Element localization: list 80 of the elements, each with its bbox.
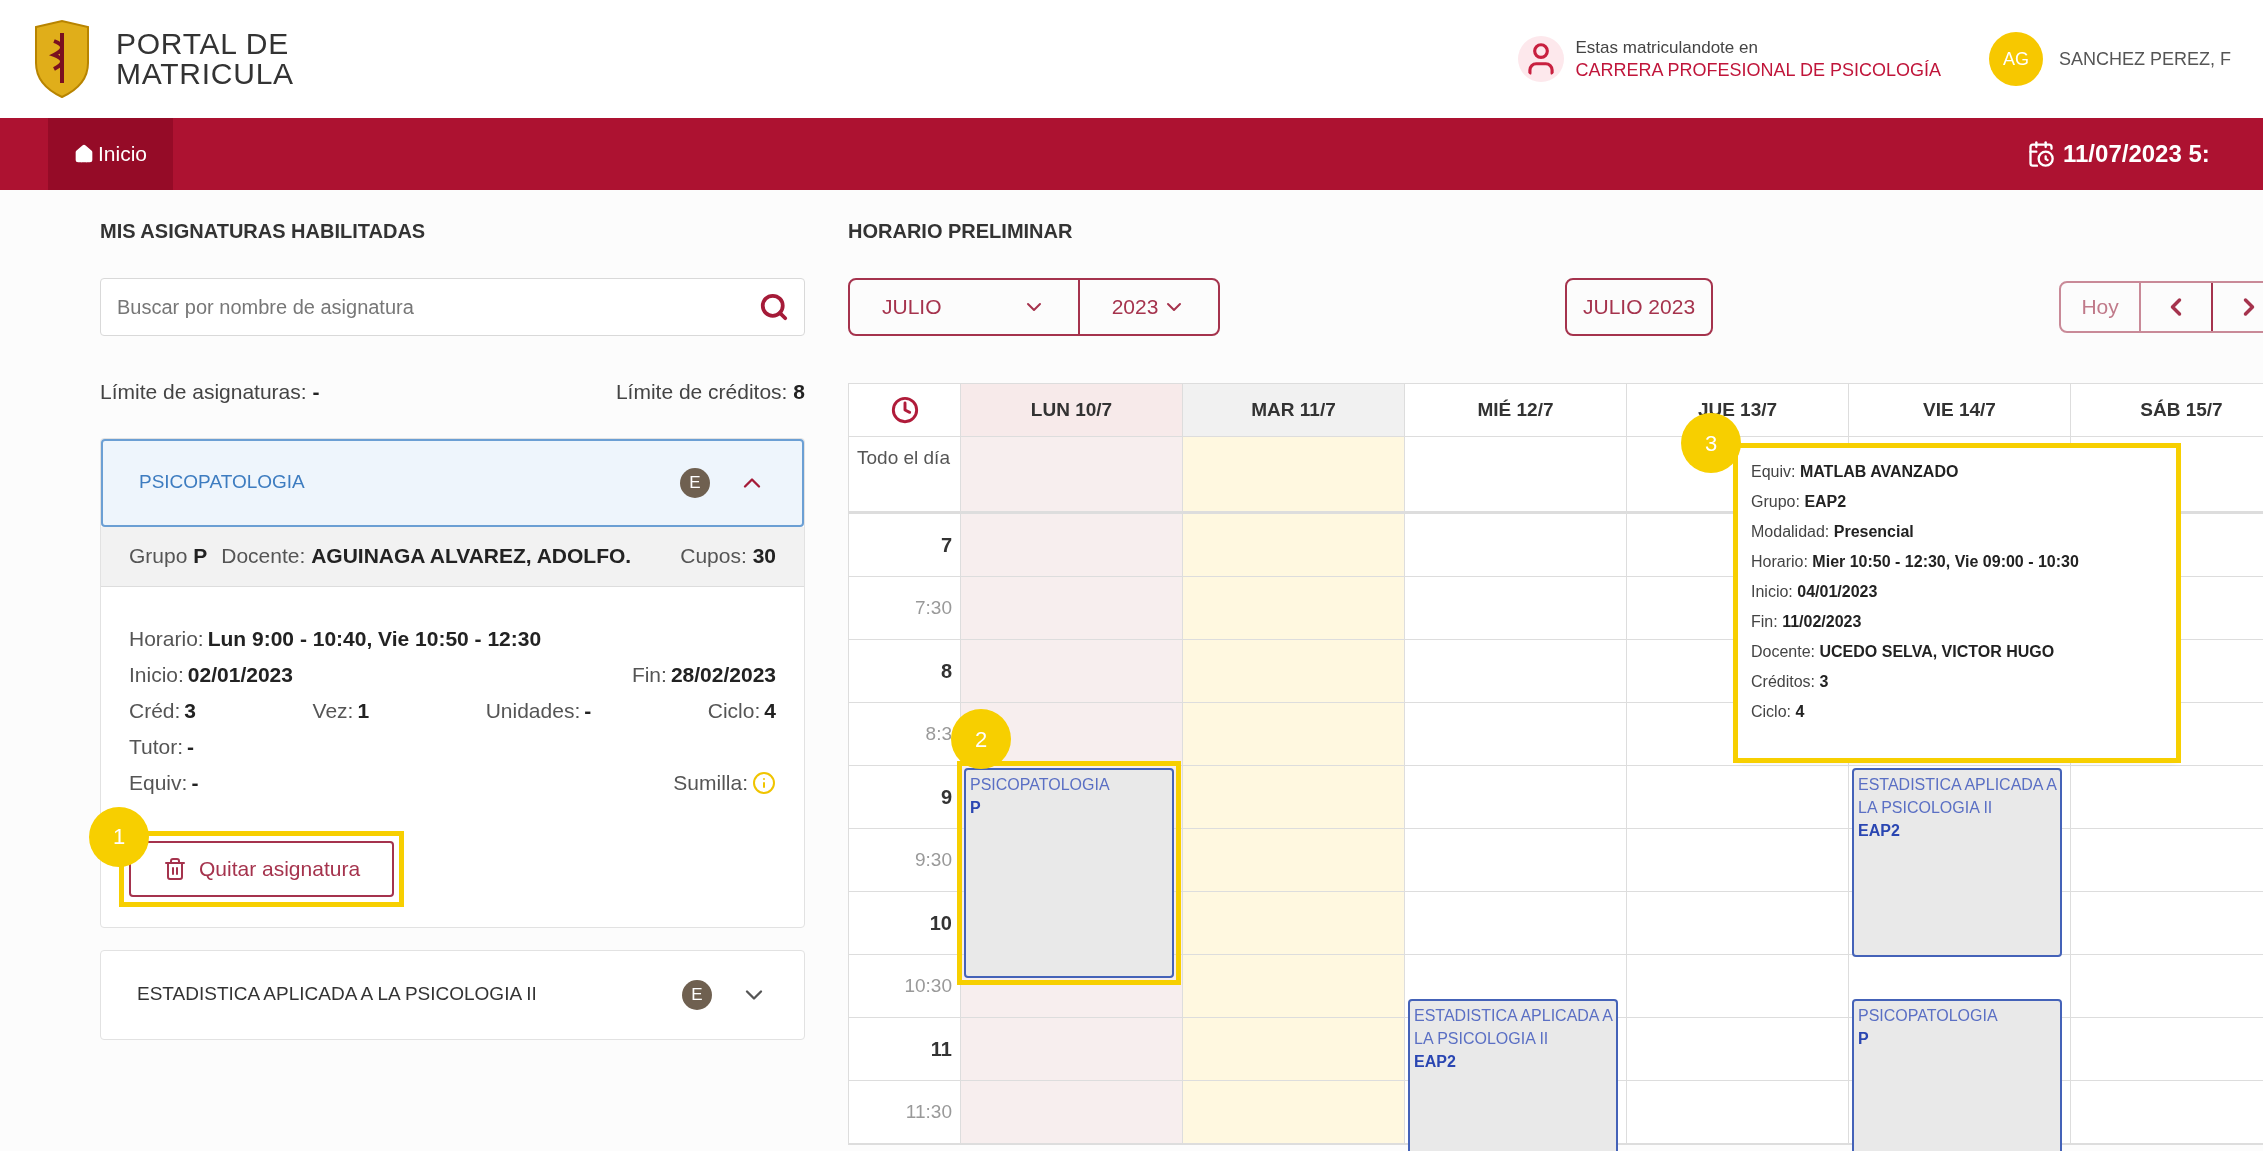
detail-field: Ciclo: 4 — [707, 692, 776, 729]
detail-field: Unidades: - — [485, 692, 592, 729]
time-label: 9:30 — [915, 847, 952, 872]
section-title: MIS ASIGNATURAS HABILITADAS — [100, 219, 427, 244]
event-group: EAP2 — [1858, 819, 2056, 843]
date-time: 11/07/2023 5: — [2063, 139, 2211, 169]
schedule-event[interactable]: ESTADISTICA APLICADA A LA PSICOLOGIA II EAP2 — [1852, 768, 2062, 957]
detail-field: Fin: 28/02/2023 — [631, 656, 776, 693]
tooltip-line: Equiv: MATLAB AVANZADO — [1751, 462, 1960, 482]
time-label: 7:30 — [915, 595, 952, 620]
event-title: PSICOPATOLOGIA — [1858, 1006, 1999, 1026]
shield-logo-icon — [32, 19, 92, 99]
limit-text: Límite de asignaturas: - — [100, 379, 320, 405]
tooltip-line: Docente: UCEDO SELVA, VICTOR HUGO — [1751, 642, 2056, 662]
detail-field: Créd: 3 — [129, 692, 197, 729]
detail-field: Horario: Lun 9:00 - 10:40, Vie 10:50 - 12:30 — [129, 620, 542, 657]
type-badge: E — [682, 979, 712, 1010]
group-info: Cupos: 30 — [680, 543, 776, 570]
search-field[interactable]: Buscar por nombre de asignatura — [100, 278, 805, 336]
tooltip-line: Modalidad: Presencial — [1751, 522, 1915, 542]
course-name: PSICOPATOLOGIA — [139, 470, 306, 495]
tooltip-line: Horario: Mier 10:50 - 12:30, Vie 09:00 - 10:30 — [1751, 552, 2080, 572]
tooltip-line: Ciclo: 4 — [1751, 702, 1806, 722]
day-header: VIE 14/7 — [1849, 384, 2071, 437]
time-label: 10:30 — [904, 973, 952, 998]
career-name: CARRERA PROFESIONAL DE PSICOLOGÍA — [1575, 59, 1941, 81]
year-select[interactable]: 2023 — [1080, 280, 1218, 334]
time-label: 11:30 — [905, 1099, 952, 1124]
event-title: PSICOPATOLOGIA — [970, 775, 1111, 795]
day-header: LUN 10/7 — [961, 384, 1183, 437]
detail-field: Inicio: 02/01/2023 — [129, 656, 293, 693]
calendar-clock-icon — [2027, 140, 2055, 168]
remove-subject-button[interactable]: Quitar asignatura — [129, 840, 395, 897]
day-header: MAR 11/7 — [1183, 384, 1405, 437]
time-label: 9 — [940, 785, 952, 810]
nav-tab[interactable]: Inicio — [48, 118, 174, 190]
enrollment-label: Estas matriculandote en — [1575, 37, 1759, 59]
callout-badge: 1 — [89, 806, 149, 867]
all-day-label: Todo el día — [857, 447, 950, 468]
time-label: 7 — [940, 533, 952, 558]
user-outline-icon — [1517, 36, 1564, 82]
group-info: Grupo P — [129, 543, 208, 570]
schedule-event[interactable]: PSICOPATOLOGIA P — [964, 768, 1174, 978]
limit-text: Límite de créditos: 8 — [615, 379, 805, 405]
portal-title: PORTAL DE MATRICULA — [116, 29, 294, 89]
clock-icon — [890, 396, 919, 424]
detail-field: Sumilla: — [673, 764, 776, 801]
month-select[interactable]: JULIO — [850, 280, 1080, 334]
event-title: ESTADISTICA APLICADA A LA PSICOLOGIA II — [1858, 775, 2056, 818]
tooltip-line: Grupo: EAP2 — [1751, 492, 1848, 512]
event-group: P — [1858, 1027, 2056, 1051]
schedule-event[interactable]: PSICOPATOLOGIA P — [1852, 999, 2062, 1151]
tooltip-line: Fin: 11/02/2023 — [1751, 612, 1863, 632]
time-label: 11 — [930, 1037, 952, 1062]
time-label: 8 — [940, 659, 952, 684]
user-name: SANCHEZ PEREZ, F — [2058, 47, 2231, 71]
trash-icon — [163, 856, 187, 881]
course-header[interactable]: ESTADISTICA APLICADA A LA PSICOLOGIA II E — [101, 950, 804, 1039]
section-title: HORARIO PRELIMINAR — [848, 219, 1074, 244]
tooltip-line: Créditos: 3 — [1751, 672, 1830, 692]
detail-field: Vez: 1 — [312, 692, 370, 729]
detail-field: Equiv: - — [129, 764, 199, 801]
schedule-event[interactable]: ESTADISTICA APLICADA A LA PSICOLOGIA II EAP2 — [1408, 999, 1618, 1151]
detail-field: Tutor: - — [129, 728, 195, 765]
search-icon[interactable] — [759, 292, 789, 322]
time-label: 10 — [929, 911, 952, 936]
course-header[interactable]: PSICOPATOLOGIA E — [101, 438, 804, 527]
period-button[interactable]: JULIO 2023 — [1565, 278, 1714, 336]
tooltip-line: Inicio: 04/01/2023 — [1751, 582, 1879, 602]
event-group: P — [970, 796, 1168, 820]
day-header: MIÉ 12/7 — [1405, 384, 1627, 437]
type-badge: E — [680, 467, 710, 498]
home-icon — [74, 144, 94, 164]
event-group: EAP2 — [1414, 1050, 1612, 1074]
course-name: ESTADISTICA APLICADA A LA PSICOLOGIA II — [137, 982, 538, 1007]
group-info: Docente: AGUINAGA ALVAREZ, ADOLFO. — [221, 543, 632, 570]
event-title: ESTADISTICA APLICADA A LA PSICOLOGIA II — [1414, 1006, 1612, 1049]
callout-badge: 2 — [951, 709, 1011, 769]
time-label: 8:3 — [925, 721, 952, 746]
day-header: SÁB 15/7 — [2071, 384, 2263, 437]
